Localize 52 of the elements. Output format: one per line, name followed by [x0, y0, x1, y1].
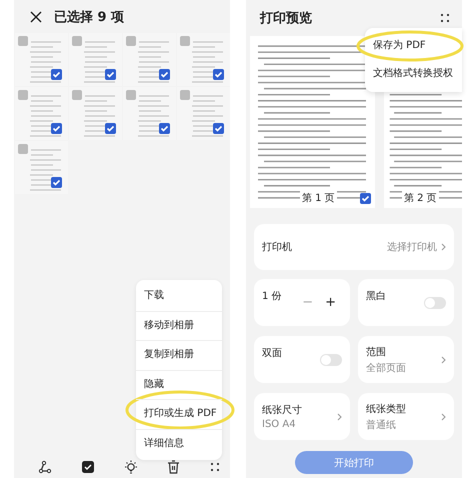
- menu-item[interactable]: 移动到相册: [136, 312, 222, 341]
- selection-title: 已选择 9 项: [54, 8, 124, 26]
- setting-card[interactable]: 范围 全部页面: [358, 336, 454, 383]
- plus-button[interactable]: +: [319, 295, 342, 310]
- chevron-icon: [441, 412, 446, 420]
- page-number: 第 2 页: [402, 191, 439, 205]
- setting-label: 黑白: [366, 290, 386, 303]
- checkbox[interactable]: [51, 123, 62, 134]
- lightbulb-icon[interactable]: [124, 460, 138, 474]
- select-all-icon[interactable]: [82, 461, 94, 473]
- share-icon[interactable]: [38, 460, 52, 474]
- setting-card[interactable]: 双面: [254, 336, 350, 383]
- menu-item[interactable]: 文档格式转换授权: [365, 60, 462, 88]
- checkbox[interactable]: [105, 123, 116, 134]
- menu-item[interactable]: 隐藏: [136, 370, 222, 400]
- setting-label: 双面: [262, 347, 282, 360]
- more-icon[interactable]: [440, 13, 450, 23]
- checkbox[interactable]: [51, 177, 62, 188]
- copies-label: 1 份: [262, 290, 282, 303]
- toggle-switch[interactable]: [320, 354, 342, 366]
- setting-value: ISO A4: [262, 419, 297, 430]
- chevron-icon: [337, 412, 342, 420]
- menu-item[interactable]: 复制到相册: [136, 341, 222, 370]
- printer-card[interactable]: 打印机 选择打印机: [254, 224, 454, 270]
- setting-label: 纸张尺寸: [262, 404, 302, 417]
- setting-card[interactable]: 黑白: [358, 279, 454, 326]
- setting-card[interactable]: 纸张尺寸 ISO A4: [254, 393, 350, 440]
- toggle-switch[interactable]: [424, 296, 446, 308]
- checkbox[interactable]: [360, 193, 371, 204]
- page-number: 第 1 页: [300, 191, 337, 205]
- checkbox[interactable]: [51, 69, 62, 80]
- more-icon[interactable]: [210, 462, 220, 472]
- chevron-icon: [441, 243, 446, 251]
- setting-value: 全部页面: [366, 362, 406, 374]
- checkbox[interactable]: [105, 69, 116, 80]
- screen-title: 打印预览: [260, 10, 312, 27]
- setting-value: 普通纸: [366, 418, 397, 432]
- trash-icon[interactable]: [167, 460, 180, 474]
- menu-item[interactable]: 详细信息: [136, 430, 222, 458]
- setting-label: 范围: [366, 346, 387, 358]
- setting-label: 纸张类型: [366, 402, 406, 416]
- setting-card[interactable]: 1 份 − +: [254, 279, 350, 326]
- menu-item[interactable]: 下载: [136, 282, 222, 312]
- printer-value: 选择打印机: [387, 240, 437, 254]
- chevron-icon: [441, 356, 446, 364]
- checkbox[interactable]: [213, 69, 224, 80]
- checkbox[interactable]: [213, 123, 224, 134]
- setting-card[interactable]: 纸张类型 普通纸: [358, 393, 454, 440]
- checkbox[interactable]: [159, 69, 170, 80]
- checkbox[interactable]: [159, 123, 170, 134]
- close-icon[interactable]: [30, 10, 42, 22]
- printer-label: 打印机: [262, 240, 293, 254]
